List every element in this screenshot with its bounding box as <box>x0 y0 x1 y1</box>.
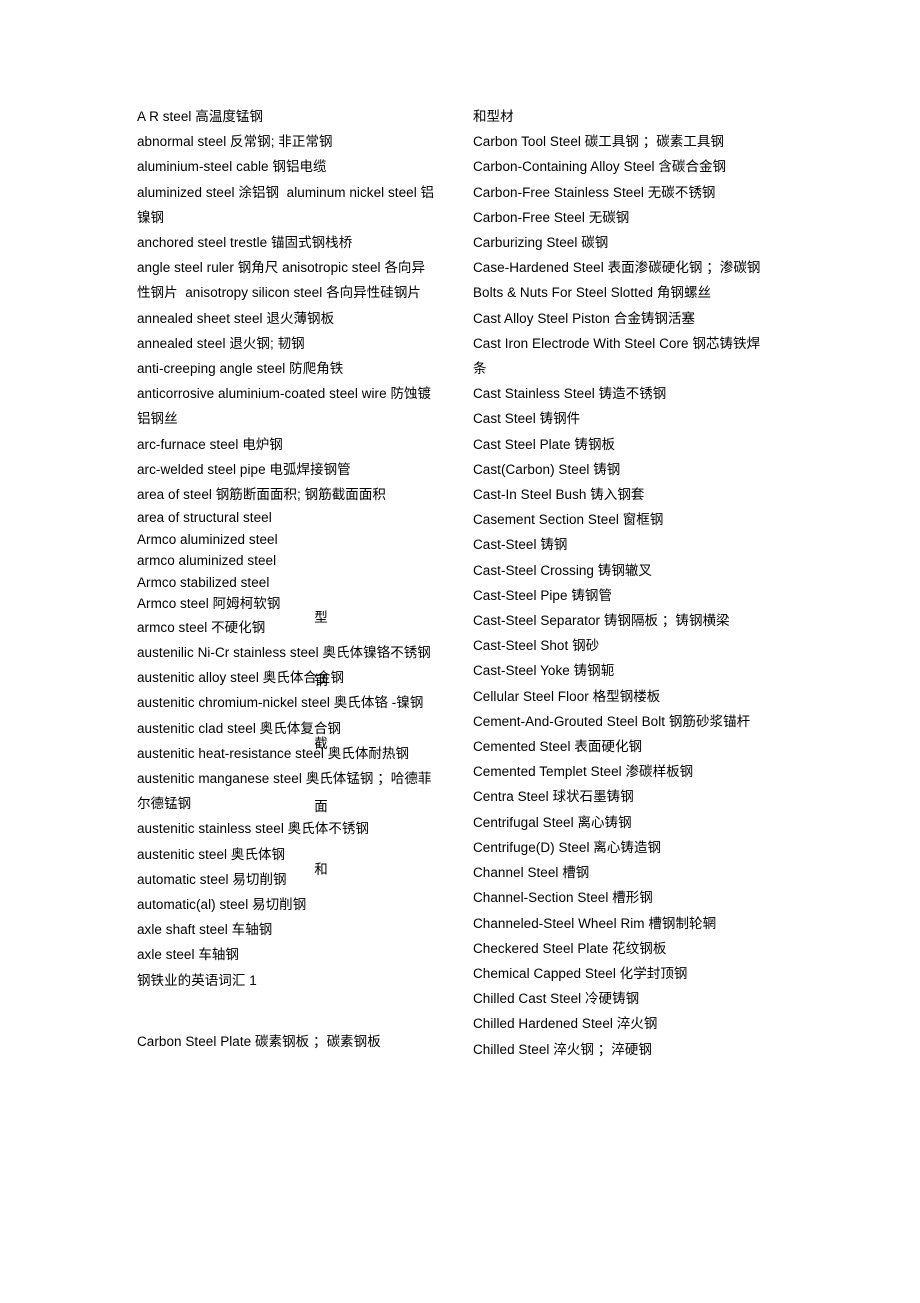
glossary-entry: Cemented Templet Steel 渗碳样板钢 <box>473 764 694 780</box>
vertical-char: 和 <box>314 862 328 877</box>
glossary-entry: anticorrosive aluminium-coated steel wir… <box>137 386 432 427</box>
glossary-entry: Cast Iron Electrode With Steel Core 钢芯铸铁… <box>473 335 761 377</box>
glossary-entry: Armco aluminized steel <box>137 531 278 547</box>
glossary-entry: axle shaft steel 车轴钢 <box>137 922 273 938</box>
vertical-char: 型 <box>314 610 328 625</box>
vertical-char: 面 <box>314 799 328 814</box>
glossary-entry: Channeled-Steel Wheel Rim 槽钢制轮辋 <box>473 915 717 931</box>
glossary-entry: Carbon-Containing Alloy Steel 含碳合金钢 <box>473 159 727 175</box>
glossary-entry: austenitic stainless steel 奥氏体不锈钢 <box>137 821 369 837</box>
glossary-entry: 和型材 <box>473 109 514 124</box>
glossary-entry: arc-welded steel pipe 电弧焊接钢管 <box>137 461 351 477</box>
vertical-cjk-text-block: 型 钢 截 面 和 <box>311 565 331 922</box>
glossary-entry: Cast-Steel Separator 铸钢隔板 ；铸钢横梁 <box>473 613 730 629</box>
vertical-char: 钢 <box>314 673 328 688</box>
glossary-entry: arc-furnace steel 电炉钢 <box>137 436 283 452</box>
document-page: A R steel 高温度锰钢 abnormal steel 反常钢; 非正常钢… <box>0 0 920 1303</box>
glossary-entry: Carbon-Free Steel 无碳钢 <box>473 209 630 225</box>
glossary-entry: Cast-In Steel Bush 铸入钢套 <box>473 487 645 503</box>
glossary-entry: aluminized steel 涂铝钢 aluminum nickel ste… <box>137 184 435 225</box>
glossary-entry: Chilled Steel 淬火钢 ；淬硬钢 <box>473 1041 652 1057</box>
glossary-entry: austenitic manganese steel 奥氏体锰钢 ；哈德菲尔德锰… <box>137 770 432 812</box>
glossary-entry: area of structural steel <box>137 510 272 526</box>
glossary-entry: automatic(al) steel 易切削钢 <box>137 896 307 912</box>
glossary-entry: Carbon Tool Steel 碳工具钢 ；碳素工具钢 <box>473 134 725 150</box>
glossary-entry: armco aluminized steel <box>137 553 277 569</box>
right-text-column: 和型材 Carbon Tool Steel 碳工具钢 ；碳素工具钢 Carbon… <box>473 104 773 1062</box>
glossary-entry: austenitic steel 奥氏体钢 <box>137 846 286 862</box>
glossary-entry: Cast Steel Plate 铸钢板 <box>473 436 616 452</box>
glossary-entry: Checkered Steel Plate 花纹钢板 <box>473 940 667 956</box>
page-footer-note: 钢铁业的英语词汇 1 <box>137 972 257 988</box>
glossary-entry: Carburizing Steel 碳钢 <box>473 235 609 251</box>
glossary-entry: abnormal steel 反常钢; 非正常钢 <box>137 134 333 150</box>
glossary-entry: anti-creeping angle steel 防爬角铁 <box>137 361 344 377</box>
glossary-entry: Cast-Steel Yoke 铸钢轭 <box>473 663 615 679</box>
glossary-entry: Cast Alloy Steel Piston 合金铸钢活塞 <box>473 310 696 326</box>
glossary-entry: A R steel 高温度锰钢 <box>137 109 264 124</box>
glossary-entry: anchored steel trestle 锚固式钢栈桥 <box>137 235 353 251</box>
glossary-entry: austenitic chromium-nickel steel 奥氏体铬 -镍… <box>137 695 424 711</box>
glossary-entry: area of steel 钢筋断面面积; 钢筋截面面积 <box>137 487 386 503</box>
glossary-entry: axle steel 车轴钢 <box>137 947 239 963</box>
glossary-entry: Case-Hardened Steel 表面渗碳硬化钢 ；渗碳钢 <box>473 260 761 276</box>
glossary-entry: Chemical Capped Steel 化学封顶钢 <box>473 965 688 981</box>
glossary-entry: Chilled Cast Steel 冷硬铸钢 <box>473 991 640 1007</box>
glossary-entry: austenilic Ni-Cr stainless steel 奥氏体镍铬不锈… <box>137 644 431 660</box>
glossary-entry: Cast-Steel Crossing 铸钢辙叉 <box>473 562 652 578</box>
glossary-entry: Carbon Steel Plate 碳素钢板 ；碳素钢板 <box>137 1033 381 1049</box>
glossary-entry: Bolts & Nuts For Steel Slotted 角钢螺丝 <box>473 285 712 301</box>
glossary-entry: Carbon-Free Stainless Steel 无碳不锈钢 <box>473 184 716 200</box>
glossary-entry: Centrifuge(D) Steel 离心铸造钢 <box>473 839 662 855</box>
glossary-entry: Centrifugal Steel 离心铸钢 <box>473 814 632 830</box>
glossary-entry: Channel-Section Steel 槽形钢 <box>473 890 653 906</box>
glossary-entry: austenitic alloy steel 奥氏体合金钢 <box>137 670 345 686</box>
glossary-entry: Cast-Steel Pipe 铸钢管 <box>473 587 612 603</box>
glossary-entry: Cement-And-Grouted Steel Bolt 钢筋砂浆锚杆 <box>473 713 751 729</box>
glossary-entry: austenitic heat-resistance steel 奥氏体耐热钢 <box>137 745 410 761</box>
glossary-entry: Cellular Steel Floor 格型钢楼板 <box>473 688 661 704</box>
glossary-entry: Cast-Steel 铸钢 <box>473 537 568 553</box>
glossary-entry: Cemented Steel 表面硬化钢 <box>473 739 643 755</box>
left-text-column: A R steel 高温度锰钢 abnormal steel 反常钢; 非正常钢… <box>137 104 437 1054</box>
glossary-entry: Casement Section Steel 窗框钢 <box>473 512 664 528</box>
glossary-entry: automatic steel 易切削钢 <box>137 871 287 887</box>
glossary-entry: angle steel ruler 钢角尺 anisotropic steel … <box>137 260 429 326</box>
glossary-entry: aluminium-steel cable 钢铝电缆 <box>137 159 327 175</box>
glossary-entry: Cast Stainless Steel 铸造不锈钢 <box>473 386 667 402</box>
glossary-entry: Armco stabilized steel <box>137 574 270 590</box>
glossary-entry: Armco steel 阿姆柯软钢 <box>137 596 281 612</box>
glossary-entry: austenitic clad steel 奥氏体复合钢 <box>137 720 341 736</box>
glossary-entry: Centra Steel 球状石墨铸钢 <box>473 789 634 805</box>
glossary-entry: Cast-Steel Shot 钢砂 <box>473 638 600 654</box>
vertical-char: 截 <box>314 736 328 751</box>
glossary-entry: Cast(Carbon) Steel 铸钢 <box>473 461 621 477</box>
glossary-entry: Chilled Hardened Steel 淬火钢 <box>473 1016 658 1032</box>
glossary-entry: armco steel 不硬化钢 <box>137 619 266 635</box>
glossary-entry: Cast Steel 铸钢件 <box>473 411 581 427</box>
glossary-entry: Channel Steel 槽钢 <box>473 865 590 881</box>
glossary-entry: annealed steel 退火钢; 韧钢 <box>137 335 305 351</box>
